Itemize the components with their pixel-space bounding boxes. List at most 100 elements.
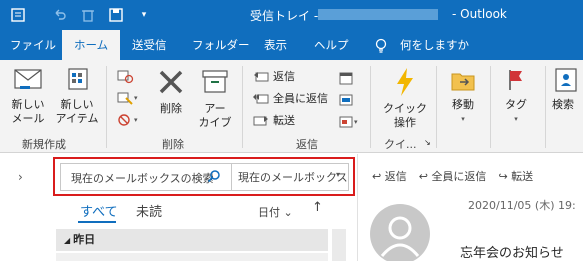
tags-label: タグ <box>505 98 527 111</box>
reply-icon <box>254 72 269 82</box>
tell-me-search[interactable]: 何をしますか <box>400 30 469 60</box>
group-respond-label: 返信 <box>296 138 318 151</box>
collapse-triangle-icon: ◢ <box>64 236 71 245</box>
ribbon-tabs: ファイル ホーム 送受信 フォルダー 表示 ヘルプ 何をしますか <box>0 30 583 60</box>
reply-button[interactable]: 返信 <box>252 66 295 86</box>
filter-all[interactable]: すべて <box>80 201 118 220</box>
save-icon[interactable] <box>104 0 128 30</box>
flag-icon <box>509 70 522 90</box>
lightning-icon <box>397 68 413 96</box>
search-label: 検索 <box>552 98 574 111</box>
forward-button[interactable]: 転送 <box>252 110 295 130</box>
group-separator <box>490 66 491 148</box>
folder-pane-collapsed: › <box>0 154 44 261</box>
meeting-button[interactable] <box>338 68 354 88</box>
list-item[interactable] <box>56 253 328 261</box>
date-group-label: 昨日 <box>73 233 96 246</box>
message-subject: 忘年会のお知らせ <box>460 246 564 261</box>
lightbulb-icon <box>374 30 388 60</box>
group-separator <box>436 66 437 148</box>
reading-reply-all-button[interactable]: ↩ 全員に返信 <box>419 168 487 184</box>
ignore-icon <box>117 70 134 84</box>
forward-icon: ↪ <box>498 170 508 183</box>
tab-file[interactable]: ファイル <box>10 30 56 60</box>
new-mail-button[interactable]: 新しい メール <box>6 66 50 126</box>
move-button[interactable]: 移動 ▾ <box>442 66 484 126</box>
filter-unread[interactable]: 未読 <box>136 201 162 220</box>
more-respond-icon <box>339 94 353 106</box>
window-title: 受信トレイ - <box>250 9 319 23</box>
reply-all-button[interactable]: 全員に返信 <box>252 88 328 108</box>
cleanup-button[interactable]: ▾ <box>116 88 138 108</box>
quick-steps-label: クイック 操作 <box>383 102 427 129</box>
reading-forward-label: 転送 <box>511 170 534 183</box>
move-folder-icon <box>451 73 475 91</box>
more-icon <box>339 116 353 128</box>
reading-reply-button[interactable]: ↩ 返信 <box>372 168 407 184</box>
reading-reply-label: 返信 <box>384 170 407 183</box>
search-people-button[interactable]: 検索 <box>552 66 583 112</box>
group-new-label: 新規作成 <box>22 138 66 151</box>
delete-x-icon <box>159 70 183 94</box>
more-respond-button[interactable]: ▾ <box>338 112 358 132</box>
group-quick-label: クイ... <box>384 138 417 151</box>
sort-chevron-icon: ⌄ <box>283 206 293 219</box>
outlook-app-icon[interactable] <box>6 0 30 30</box>
sort-direction-icon[interactable]: ↑ <box>312 200 323 215</box>
tab-home[interactable]: ホーム <box>62 30 121 60</box>
tab-view[interactable]: 表示 <box>264 30 287 60</box>
date-group-header[interactable]: ◢ 昨日 <box>56 229 328 251</box>
new-items-icon <box>68 68 88 90</box>
app-name: - Outlook <box>452 7 507 21</box>
quick-steps-button[interactable]: クイック 操作 <box>380 66 430 130</box>
move-caret-icon: ▾ <box>461 115 465 123</box>
customize-qat-icon[interactable]: ▾ <box>132 0 156 30</box>
archive-label: アー カイブ <box>198 102 232 129</box>
tab-send-receive[interactable]: 送受信 <box>132 30 167 60</box>
expand-folder-pane-icon[interactable]: › <box>18 170 23 184</box>
group-separator <box>370 66 371 148</box>
group-separator <box>242 66 243 148</box>
group-separator <box>106 66 107 148</box>
list-scrollbar[interactable] <box>332 229 346 261</box>
message-date: 2020/11/05 (木) 19: <box>468 199 576 212</box>
new-mail-label: 新しい メール <box>11 98 45 125</box>
cleanup-icon <box>117 92 133 105</box>
reply-label: 返信 <box>273 70 295 83</box>
new-items-label: 新しい アイテム <box>55 98 99 125</box>
archive-icon <box>202 70 228 93</box>
sort-by-date[interactable]: 日付 ⌄ <box>258 204 293 220</box>
reply-all-icon <box>253 94 269 104</box>
reading-forward-button[interactable]: ↪ 転送 <box>498 168 533 184</box>
tab-help[interactable]: ヘルプ <box>314 30 349 60</box>
ribbon: 新しい メール 新しい アイテム 新規作成 ▾ ▾ 削除 アー カイブ 削除 返… <box>0 60 583 153</box>
reply-all-label: 全員に返信 <box>273 92 328 105</box>
address-book-icon <box>555 68 577 92</box>
tags-button[interactable]: タグ ▾ <box>496 66 536 126</box>
group-separator <box>545 66 546 148</box>
highlight-box <box>53 157 355 196</box>
title-bar: ▾ 受信トレイ - - Outlook <box>0 0 583 30</box>
sort-label: 日付 <box>258 206 280 219</box>
meeting-icon <box>339 72 353 85</box>
delete-button[interactable]: 削除 <box>150 66 192 116</box>
reply-all-icon: ↩ <box>418 170 428 183</box>
forward-label: 転送 <box>273 114 295 127</box>
reading-pane: ↩ 返信 ↩ 全員に返信 ↪ 転送 2020/11/05 (木) 19: 忘年会… <box>358 154 583 261</box>
tab-folder[interactable]: フォルダー <box>192 30 250 60</box>
junk-button[interactable]: ▾ <box>116 110 138 130</box>
dialog-launcher-icon[interactable]: ↘ <box>424 136 431 148</box>
delete-qat-icon[interactable] <box>76 0 100 30</box>
tags-caret-icon: ▾ <box>514 115 518 123</box>
undo-icon[interactable] <box>48 0 72 30</box>
sender-avatar <box>370 204 430 261</box>
new-mail-icon <box>14 69 42 89</box>
reply-icon: ↩ <box>372 170 382 183</box>
archive-button[interactable]: アー カイブ <box>194 66 236 130</box>
redacted-account <box>318 9 438 20</box>
forward-icon <box>253 116 268 126</box>
new-items-button[interactable]: 新しい アイテム <box>54 66 100 126</box>
im-button[interactable] <box>338 90 354 110</box>
group-delete-label: 削除 <box>162 138 184 151</box>
ignore-button[interactable] <box>116 66 134 86</box>
